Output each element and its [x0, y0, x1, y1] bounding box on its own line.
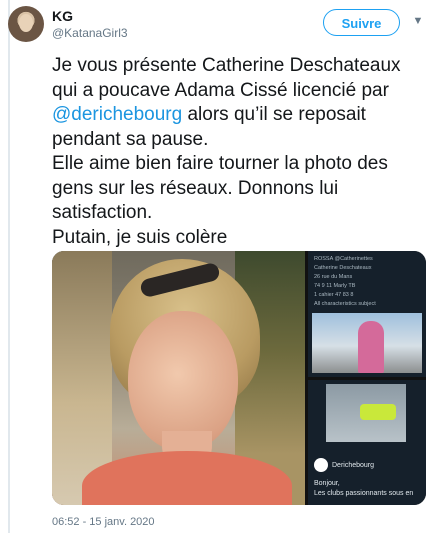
media-grid: ROSSA @Catherinettes Catherine Deschatea… [52, 251, 426, 505]
tweet-line: Elle aime bien faire tourner la photo de… [52, 153, 388, 174]
timestamp[interactable]: 06:52 - 15 janv. 2020 [52, 516, 155, 528]
shot1-text: 1 cahier 47 83 8 [314, 292, 354, 298]
thread-line [8, 0, 10, 533]
tweet-line: pendant sa pause. [52, 128, 209, 150]
avatar[interactable] [8, 6, 44, 42]
screenshot-photo-1[interactable]: ROSSA @Catherinettes Catherine Deschatea… [308, 251, 426, 377]
logo-icon [314, 458, 328, 472]
chevron-down-icon[interactable]: ▼ [411, 14, 425, 28]
shot2-text: Bonjour, [314, 480, 340, 487]
shot2-text: Derichebourg [332, 462, 375, 469]
tweet-line: qui a poucave Adama Cissé licencié par [52, 79, 389, 101]
shot1-text: 26 rue du Mans [314, 274, 353, 280]
shot1-text: 74 9 11 Marly TB [314, 283, 356, 289]
main-photo[interactable] [52, 251, 305, 505]
author-handle[interactable]: @KatanaGirl3 [52, 26, 128, 40]
screenshot-photo-2[interactable]: Derichebourg Bonjour, Les clubs passionn… [308, 380, 426, 505]
shot1-text: ROSSA @Catherinettes [314, 256, 373, 262]
shot1-text: All characteristics subject [314, 301, 376, 307]
tweet-line: Je vous présente Catherine Deschateaux [52, 55, 401, 76]
tweet-line-rest: alors qu’il se reposait [182, 104, 366, 125]
tweet-line: Putain, je suis colère [52, 226, 228, 248]
shot1-text: Catherine Deschateaux [314, 265, 372, 271]
tweet-line: satisfaction. [52, 202, 153, 223]
tweet-line: @derichebourg alors qu’il se reposait [52, 103, 422, 128]
follow-button[interactable]: Suivre [323, 9, 400, 36]
mention-link[interactable]: @derichebourg [52, 104, 182, 125]
author-name[interactable]: KG [52, 8, 73, 24]
tweet-text: Je vous présente Catherine Deschateaux q… [52, 54, 422, 250]
tweet-line: gens sur les réseaux. Donnons lui [52, 177, 339, 199]
shot2-text: Les clubs passionnants sous en [314, 490, 414, 497]
